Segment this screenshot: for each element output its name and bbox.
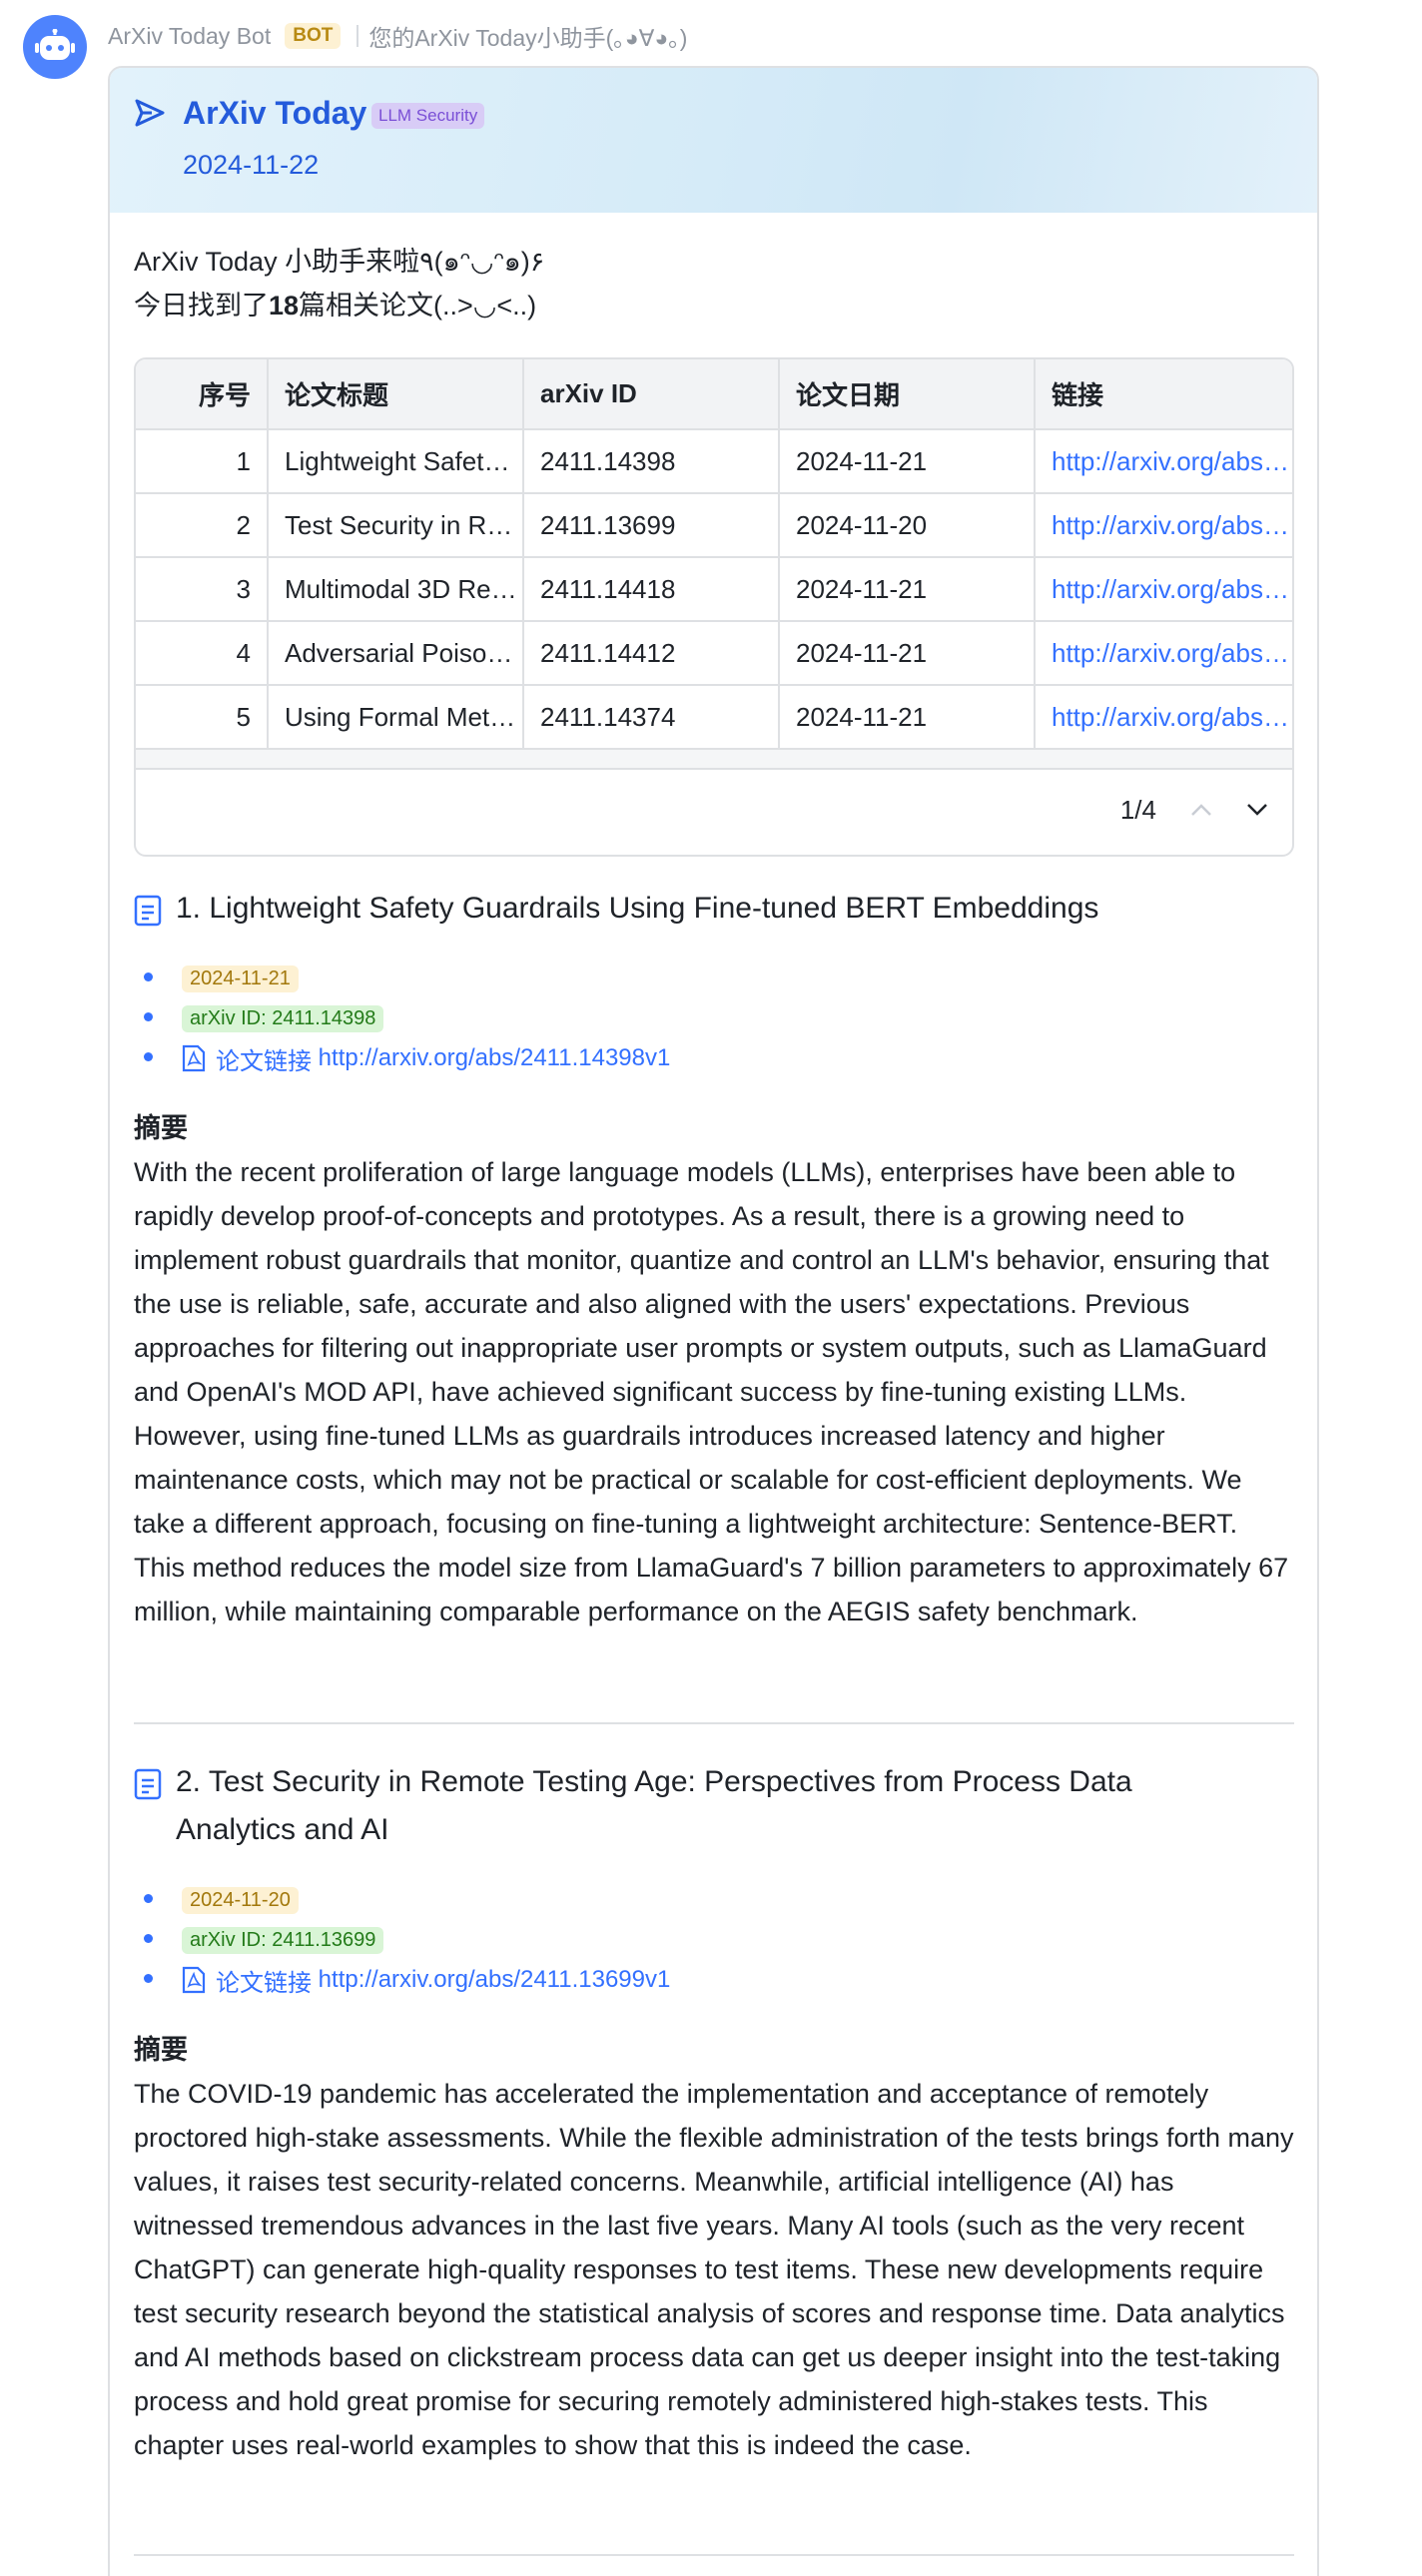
col-header-date: 论文日期 — [779, 359, 1036, 430]
table-row: 5 Using Formal Methods 2411.14374 2024-1… — [136, 685, 1292, 750]
paper-title-line: 1. Lightweight Safety Guardrails Using F… — [176, 892, 1099, 925]
list-item: 论文链接 http://arxiv.org/abs/2411.13699v1 — [134, 1960, 1294, 2000]
chevron-up-icon[interactable] — [1190, 803, 1212, 817]
sender-row: ArXiv Today Bot BOT 您的ArXiv Today小助手(｡◕∀… — [108, 18, 687, 54]
pdf-icon — [182, 1966, 206, 1994]
cell-title: Using Formal Methods — [268, 685, 524, 750]
abstract-text: The COVID-19 pandemic has accelerated th… — [134, 2079, 1294, 2460]
paper-count: 18 — [269, 291, 300, 321]
abstract-heading: 摘要 — [134, 2035, 188, 2065]
cell-no: 4 — [136, 621, 269, 686]
paper-section-1: 1. Lightweight Safety Guardrails Using F… — [134, 885, 1294, 1633]
cell-id: 2411.14412 — [523, 621, 780, 686]
link-label: 论文链接 — [216, 1047, 312, 1075]
paper-link[interactable]: 论文链接 http://arxiv.org/abs/2411.14398v1 — [182, 1041, 670, 1076]
intro-text: ArXiv Today 小助手来啦٩(๑ᵔ◡ᵔ๑)۶ 今日找到了18篇相关论文(… — [134, 240, 544, 327]
col-header-link: 链接 — [1035, 359, 1292, 430]
pdf-icon — [182, 1044, 206, 1072]
date-tag: 2024-11-21 — [182, 965, 299, 992]
message-card: ArXiv Today LLM Security 2024-11-22 ArXi… — [108, 66, 1319, 2576]
chevron-down-icon[interactable] — [1246, 803, 1268, 817]
col-header-title: 论文标题 — [268, 359, 524, 430]
intro-line-2: 今日找到了18篇相关论文(..>◡<..) — [134, 284, 544, 327]
cell-no: 1 — [136, 429, 269, 494]
cell-date: 2024-11-21 — [779, 685, 1036, 750]
date-tag: 2024-11-20 — [182, 1886, 299, 1914]
cell-id: 2411.14398 — [523, 429, 780, 494]
papers-table: 序号 论文标题 arXiv ID 论文日期 链接 1 Lightweight S… — [134, 357, 1294, 857]
paper-title: 1. Lightweight Safety Guardrails Using F… — [134, 885, 1294, 933]
paper-title: 2. Test Security in Remote Testing Age: … — [134, 1758, 1294, 1854]
paper-link[interactable]: 论文链接 http://arxiv.org/abs/2411.13699v1 — [182, 1963, 670, 1998]
table-header-row: 序号 论文标题 arXiv ID 论文日期 链接 — [136, 359, 1292, 430]
cell-no: 3 — [136, 557, 269, 622]
abstract-text: With the recent proliferation of large l… — [134, 1157, 1289, 1626]
cell-date: 2024-11-21 — [779, 621, 1036, 686]
sender-subtitle: 您的ArXiv Today小助手(｡◕∀◕｡) — [368, 25, 688, 51]
cell-link[interactable]: http://arxiv.org/abs/2411.14418v1 — [1035, 557, 1292, 622]
link-url[interactable]: http://arxiv.org/abs/2411.13699v1 — [319, 1966, 671, 1994]
cell-date: 2024-11-21 — [779, 557, 1036, 622]
intro-line-1: ArXiv Today 小助手来啦٩(๑ᵔ◡ᵔ๑)۶ — [134, 247, 545, 277]
bot-avatar[interactable] — [23, 15, 87, 79]
cell-title: Test Security in Remote Testing Age — [268, 493, 524, 558]
page-indicator: 1/4 — [1119, 794, 1156, 825]
col-header-id: arXiv ID — [523, 359, 780, 430]
intro-suffix: 篇相关论文(..>◡<..) — [299, 291, 537, 321]
cell-id: 2411.13699 — [523, 493, 780, 558]
table-row: 4 Adversarial Poisoning 2411.14412 2024-… — [136, 621, 1292, 686]
document-icon — [134, 1768, 162, 1800]
card-date: 2024-11-22 — [183, 150, 320, 180]
link-label: 论文链接 — [216, 1969, 312, 1997]
list-item: 2024-11-21 — [134, 959, 1294, 998]
sender-name[interactable]: ArXiv Today Bot — [108, 23, 271, 50]
cell-link[interactable]: http://arxiv.org/abs/2411.14374v1 — [1035, 685, 1292, 750]
section-divider — [134, 1722, 1294, 1724]
document-icon — [134, 895, 162, 927]
arxiv-id-tag: arXiv ID: 2411.13699 — [182, 1926, 384, 1954]
table-row: 2 Test Security in Remote Testing Age 24… — [136, 493, 1292, 558]
paper-title-line: Analytics and AI — [176, 1813, 389, 1846]
topic-tag: LLM Security — [371, 103, 485, 129]
send-icon — [135, 99, 165, 127]
cell-date: 2024-11-21 — [779, 429, 1036, 494]
cell-title: Adversarial Poisoning — [268, 621, 524, 686]
list-item: 论文链接 http://arxiv.org/abs/2411.14398v1 — [134, 1038, 1294, 1078]
card-header: ArXiv Today LLM Security 2024-11-22 — [110, 68, 1317, 213]
col-header-no: 序号 — [136, 359, 269, 430]
table-row: 1 Lightweight Safety Guardrails Using Fi… — [136, 429, 1292, 494]
abstract-heading: 摘要 — [134, 1113, 188, 1143]
paper-meta-list: 2024-11-21 arXiv ID: 2411.14398 论文链接 htt… — [134, 959, 1294, 1078]
cell-no: 2 — [136, 493, 269, 558]
card-title: ArXiv Today — [183, 95, 367, 131]
intro-prefix: 今日找到了 — [134, 291, 269, 321]
paper-meta-list: 2024-11-20 arXiv ID: 2411.13699 论文链接 htt… — [134, 1880, 1294, 2000]
arxiv-id-tag: arXiv ID: 2411.14398 — [182, 1004, 384, 1032]
table-row: 3 Multimodal 3D Reasoning 2411.14418 202… — [136, 557, 1292, 622]
table-pager: 1/4 — [136, 770, 1292, 850]
robot-icon — [35, 29, 75, 60]
cell-link[interactable]: http://arxiv.org/abs/2411.14398v1 — [1035, 429, 1292, 494]
cell-no: 5 — [136, 685, 269, 750]
link-url[interactable]: http://arxiv.org/abs/2411.14398v1 — [319, 1044, 671, 1072]
cell-date: 2024-11-20 — [779, 493, 1036, 558]
cell-title: Multimodal 3D Reasoning — [268, 557, 524, 622]
cell-id: 2411.14418 — [523, 557, 780, 622]
bot-badge: BOT — [285, 23, 342, 49]
cell-title: Lightweight Safety Guardrails Using Fine… — [268, 429, 524, 494]
paper-title-line: 2. Test Security in Remote Testing Age: … — [176, 1765, 1132, 1798]
list-item: 2024-11-20 — [134, 1880, 1294, 1920]
paper-section-2: 2. Test Security in Remote Testing Age: … — [134, 1758, 1294, 2467]
divider — [356, 25, 359, 47]
cell-link[interactable]: http://arxiv.org/abs/2411.14412v1 — [1035, 621, 1292, 686]
horizontal-scrollbar[interactable] — [136, 750, 1292, 770]
cell-link[interactable]: http://arxiv.org/abs/2411.13699v1 — [1035, 493, 1292, 558]
section-divider — [134, 2554, 1294, 2556]
list-item: arXiv ID: 2411.13699 — [134, 1920, 1294, 1960]
list-item: arXiv ID: 2411.14398 — [134, 998, 1294, 1038]
cell-id: 2411.14374 — [523, 685, 780, 750]
